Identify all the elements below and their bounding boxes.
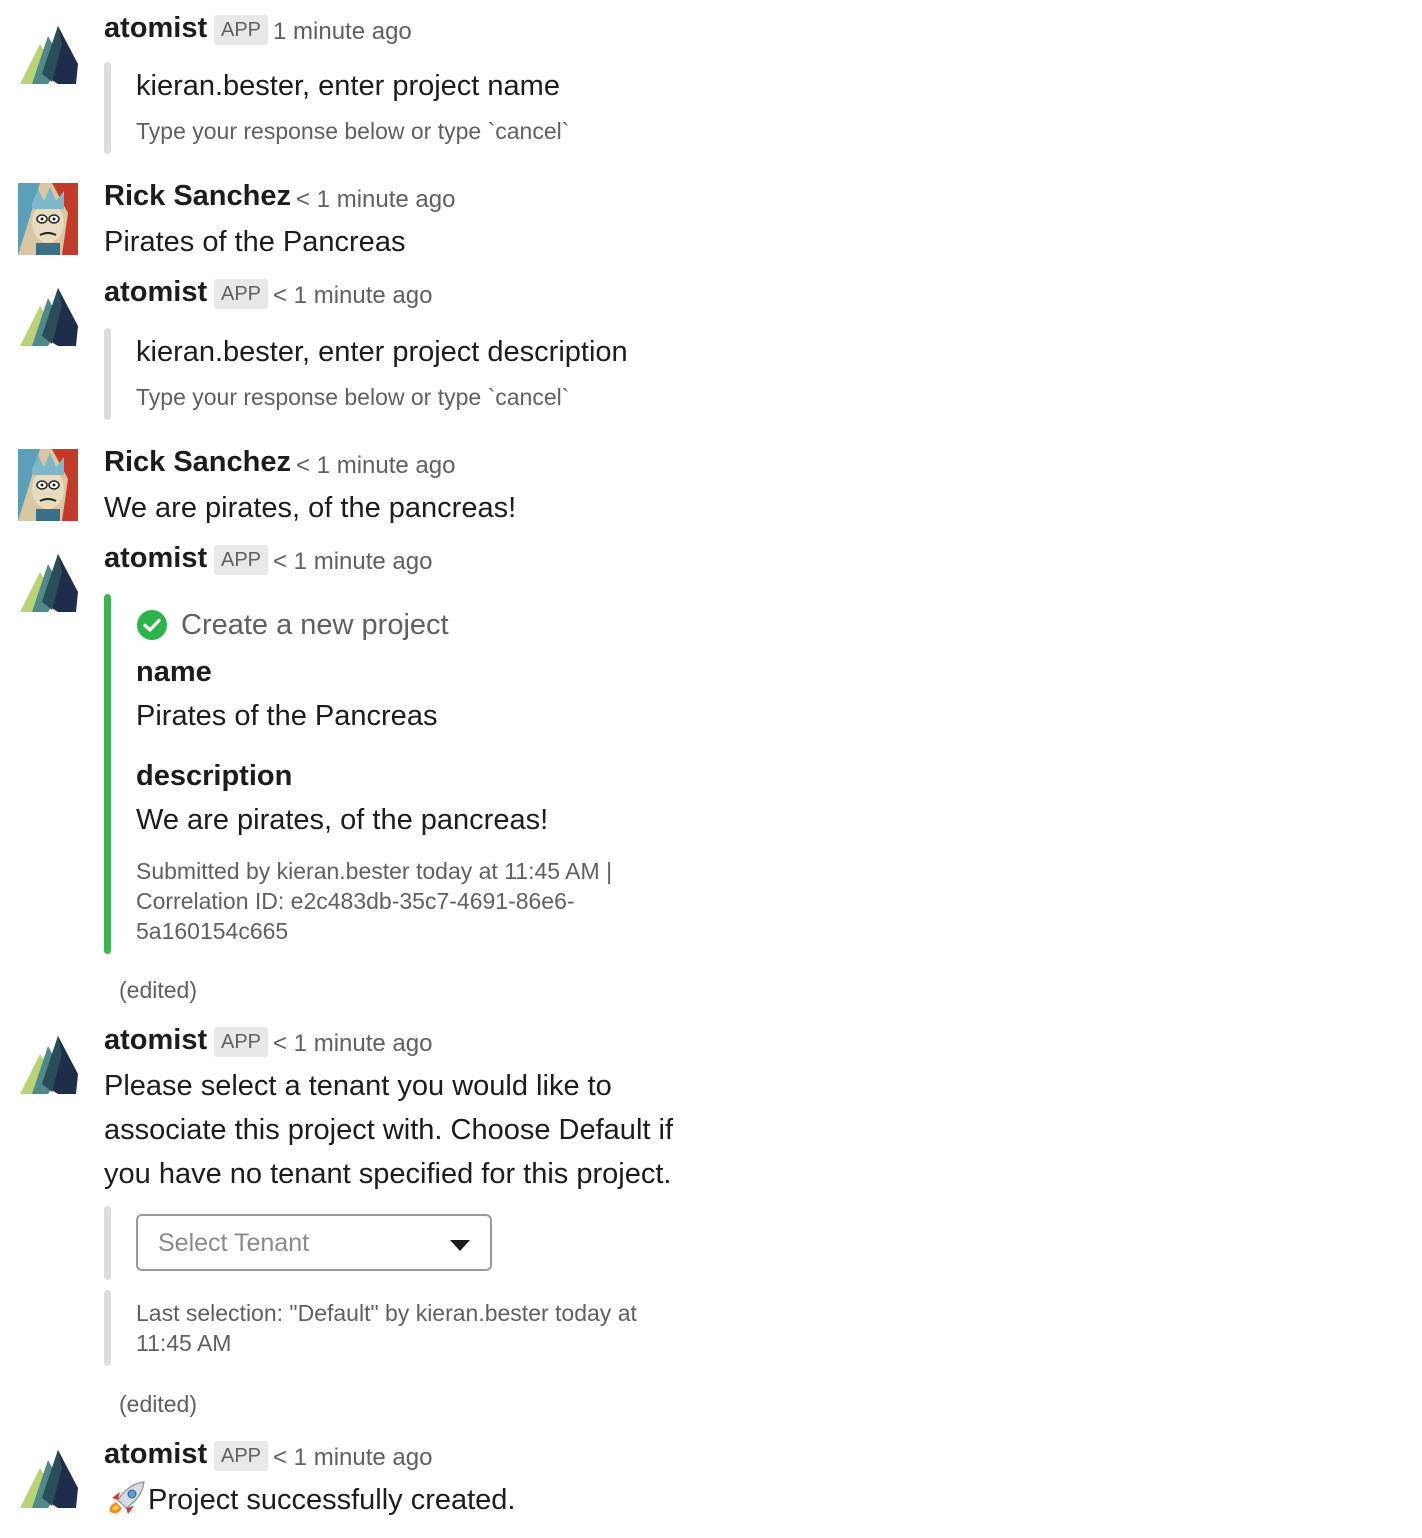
author-name[interactable]: atomist: [104, 542, 207, 575]
timestamp[interactable]: < 1 minute ago: [273, 1444, 432, 1472]
select-placeholder: Select Tenant: [158, 1229, 310, 1257]
author-name[interactable]: Rick Sanchez: [104, 180, 291, 213]
prompt-title: kieran.bester, enter project name: [136, 70, 560, 102]
success-attachment-bar: [104, 594, 111, 954]
atomist-logo-icon: [20, 26, 78, 84]
message-text: We are pirates, of the pancreas!: [104, 492, 517, 524]
last-selection-text: Last selection: "Default" by kieran.best…: [136, 1300, 637, 1326]
field-label-name: name: [136, 656, 212, 688]
prompt-hint: Type your response below or type `cancel…: [136, 384, 570, 410]
app-badge: APP: [214, 545, 269, 575]
app-badge: APP: [214, 279, 269, 309]
atomist-logo-icon: [20, 1450, 78, 1508]
atomist-logo-icon: [20, 288, 78, 346]
message-text: Pirates of the Pancreas: [104, 226, 406, 258]
card-footer-line: Submitted by kieran.bester today at 11:4…: [136, 858, 613, 884]
rocket-icon: [109, 1481, 145, 1514]
attachment-bar: [104, 1206, 111, 1280]
timestamp[interactable]: 1 minute ago: [273, 18, 412, 46]
message-text: Project successfully created.: [148, 1484, 516, 1516]
attachment-bar: [104, 62, 111, 154]
author-name[interactable]: atomist: [104, 12, 207, 45]
app-badge: APP: [214, 1441, 269, 1471]
timestamp[interactable]: < 1 minute ago: [273, 548, 432, 576]
message-text: associate this project with. Choose Defa…: [104, 1114, 673, 1146]
timestamp[interactable]: < 1 minute ago: [296, 452, 455, 480]
field-value-description: We are pirates, of the pancreas!: [136, 804, 549, 836]
dropdown-caret-icon[interactable]: [450, 1240, 470, 1251]
author-name[interactable]: Rick Sanchez: [104, 446, 291, 479]
field-value-name: Pirates of the Pancreas: [136, 700, 438, 732]
check-circle-icon: [137, 610, 167, 640]
field-label-description: description: [136, 760, 293, 792]
app-badge: APP: [214, 15, 269, 45]
rick-avatar[interactable]: [18, 183, 78, 255]
card-footer-line: Correlation ID: e2c483db-35c7-4691-86e6-: [136, 888, 575, 914]
author-name[interactable]: atomist: [104, 1024, 207, 1057]
prompt-title: kieran.bester, enter project description: [136, 336, 628, 368]
card-title: Create a new project: [181, 609, 449, 641]
message-text: you have no tenant specified for this pr…: [104, 1158, 672, 1190]
atomist-logo-icon: [20, 554, 78, 612]
rick-avatar[interactable]: [18, 449, 78, 521]
attachment-bar: [104, 328, 111, 420]
last-selection-text: 11:45 AM: [136, 1330, 232, 1356]
author-name[interactable]: atomist: [104, 276, 207, 309]
prompt-hint: Type your response below or type `cancel…: [136, 118, 570, 144]
edited-label: (edited): [119, 977, 197, 1003]
message-text: Please select a tenant you would like to: [104, 1070, 612, 1102]
author-name[interactable]: atomist: [104, 1438, 207, 1471]
atomist-logo-icon: [20, 1036, 78, 1094]
attachment-bar: [104, 1290, 111, 1366]
edited-label: (edited): [119, 1391, 197, 1417]
card-footer-line: 5a160154c665: [136, 918, 289, 944]
timestamp[interactable]: < 1 minute ago: [273, 1030, 432, 1058]
tenant-select[interactable]: Select Tenant: [136, 1214, 492, 1271]
app-badge: APP: [214, 1027, 269, 1057]
timestamp[interactable]: < 1 minute ago: [296, 186, 455, 214]
timestamp[interactable]: < 1 minute ago: [273, 282, 432, 310]
